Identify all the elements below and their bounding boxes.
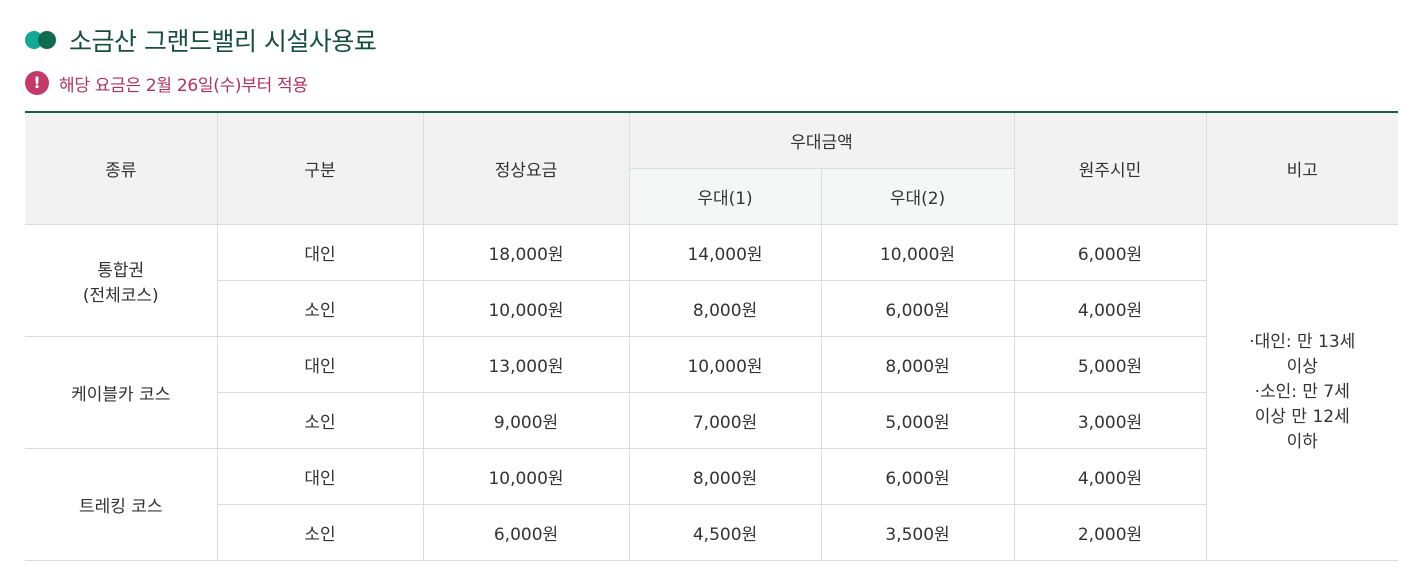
remarks-line: 이하 [1286,432,1318,452]
residents-fee-cell: 5,000원 [1013,336,1206,393]
discount1-cell: 8,000원 [628,280,822,337]
page-title: 소금산 그랜드밸리 시설사용료 [69,27,377,56]
category-cell: 대인 [216,448,424,505]
header-regular-fee: 정상요금 [422,111,630,225]
residents-fee-cell: 2,000원 [1013,504,1206,561]
discount1-cell: 7,000원 [628,392,822,449]
discount2-cell: 8,000원 [820,336,1015,393]
header-residents: 원주시민 [1013,111,1207,225]
header-discount-2: 우대(2) [820,168,1014,225]
category-cell: 대인 [216,224,424,281]
double-circle-icon [25,31,57,49]
regular-fee-cell: 6,000원 [422,504,630,561]
table-row: 트레킹 코스 대인 10,000원 8,000원 6,000원 4,000원 [25,448,1398,561]
residents-fee-cell: 4,000원 [1013,280,1206,337]
header-remarks: 비고 [1205,111,1398,225]
regular-fee-cell: 18,000원 [422,224,630,281]
ticket-type-cell: 트레킹 코스 [25,448,218,561]
fee-table: 종류 구분 정상요금 우대금액 원주시민 비고 우대(1) 우대(2) 통합권 … [25,111,1398,561]
ticket-type-name: 트레킹 코스 [78,497,163,517]
table-row: 통합권 (전체코스) 대인 18,000원 14,000원 10,000원 6,… [25,224,1398,561]
exclamation-circle-icon: ! [25,71,49,95]
discount2-cell: 6,000원 [820,280,1015,337]
discount1-cell: 8,000원 [628,448,822,505]
discount2-cell: 5,000원 [820,392,1015,449]
remarks-line: 이상 [1286,357,1318,377]
discount1-cell: 14,000원 [628,224,822,281]
remarks-line: 이상 만 12세 [1254,407,1350,427]
category-cell: 대인 [216,336,424,393]
header-type: 종류 [25,111,218,225]
header-discount-amount: 우대금액 [628,111,1015,169]
discount1-cell: 4,500원 [628,504,822,561]
ticket-type-name: 통합권 [97,260,145,281]
regular-fee-cell: 9,000원 [422,392,630,449]
discount2-cell: 10,000원 [820,224,1015,281]
page-header: 소금산 그랜드밸리 시설사용료 [25,22,377,58]
category-cell: 소인 [217,280,424,337]
remarks-line: ·대인: 만 13세 [1249,332,1356,352]
table-row: 케이블카 코스 대인 13,000원 10,000원 8,000원 5,000원 [25,336,1398,449]
ticket-type-subname: (전체코스) [82,285,159,306]
table-row: 소인 10,000원 8,000원 6,000원 4,000원 [25,280,1398,337]
category-cell: 소인 [217,504,424,561]
regular-fee-cell: 10,000원 [422,448,630,505]
category-cell: 소인 [217,392,424,449]
notice-text: 해당 요금은 2월 26일(수)부터 적용 [59,75,308,96]
remarks-line: ·소인: 만 7세 [1254,382,1350,402]
residents-fee-cell: 4,000원 [1013,448,1206,505]
discount2-cell: 3,500원 [820,504,1015,561]
table-row: 소인 9,000원 7,000원 5,000원 3,000원 [25,392,1398,449]
ticket-type-cell: 통합권 (전체코스) [25,224,218,337]
discount1-cell: 10,000원 [628,336,822,393]
remarks-cell: ·대인: 만 13세 이상 ·소인: 만 7세 이상 만 12세 이하 [1205,224,1398,561]
notice: ! 해당 요금은 2월 26일(수)부터 적용 [25,70,308,96]
header-category: 구분 [216,111,424,225]
discount2-cell: 6,000원 [820,448,1015,505]
ticket-type-name: 케이블카 코스 [71,385,171,405]
residents-fee-cell: 3,000원 [1013,392,1206,449]
regular-fee-cell: 13,000원 [422,336,630,393]
ticket-type-cell: 케이블카 코스 [25,336,218,449]
header-discount-1: 우대(1) [629,168,822,225]
regular-fee-cell: 10,000원 [422,280,630,337]
table-row: 소인 6,000원 4,500원 3,500원 2,000원 [25,504,1398,561]
residents-fee-cell: 6,000원 [1013,224,1207,281]
